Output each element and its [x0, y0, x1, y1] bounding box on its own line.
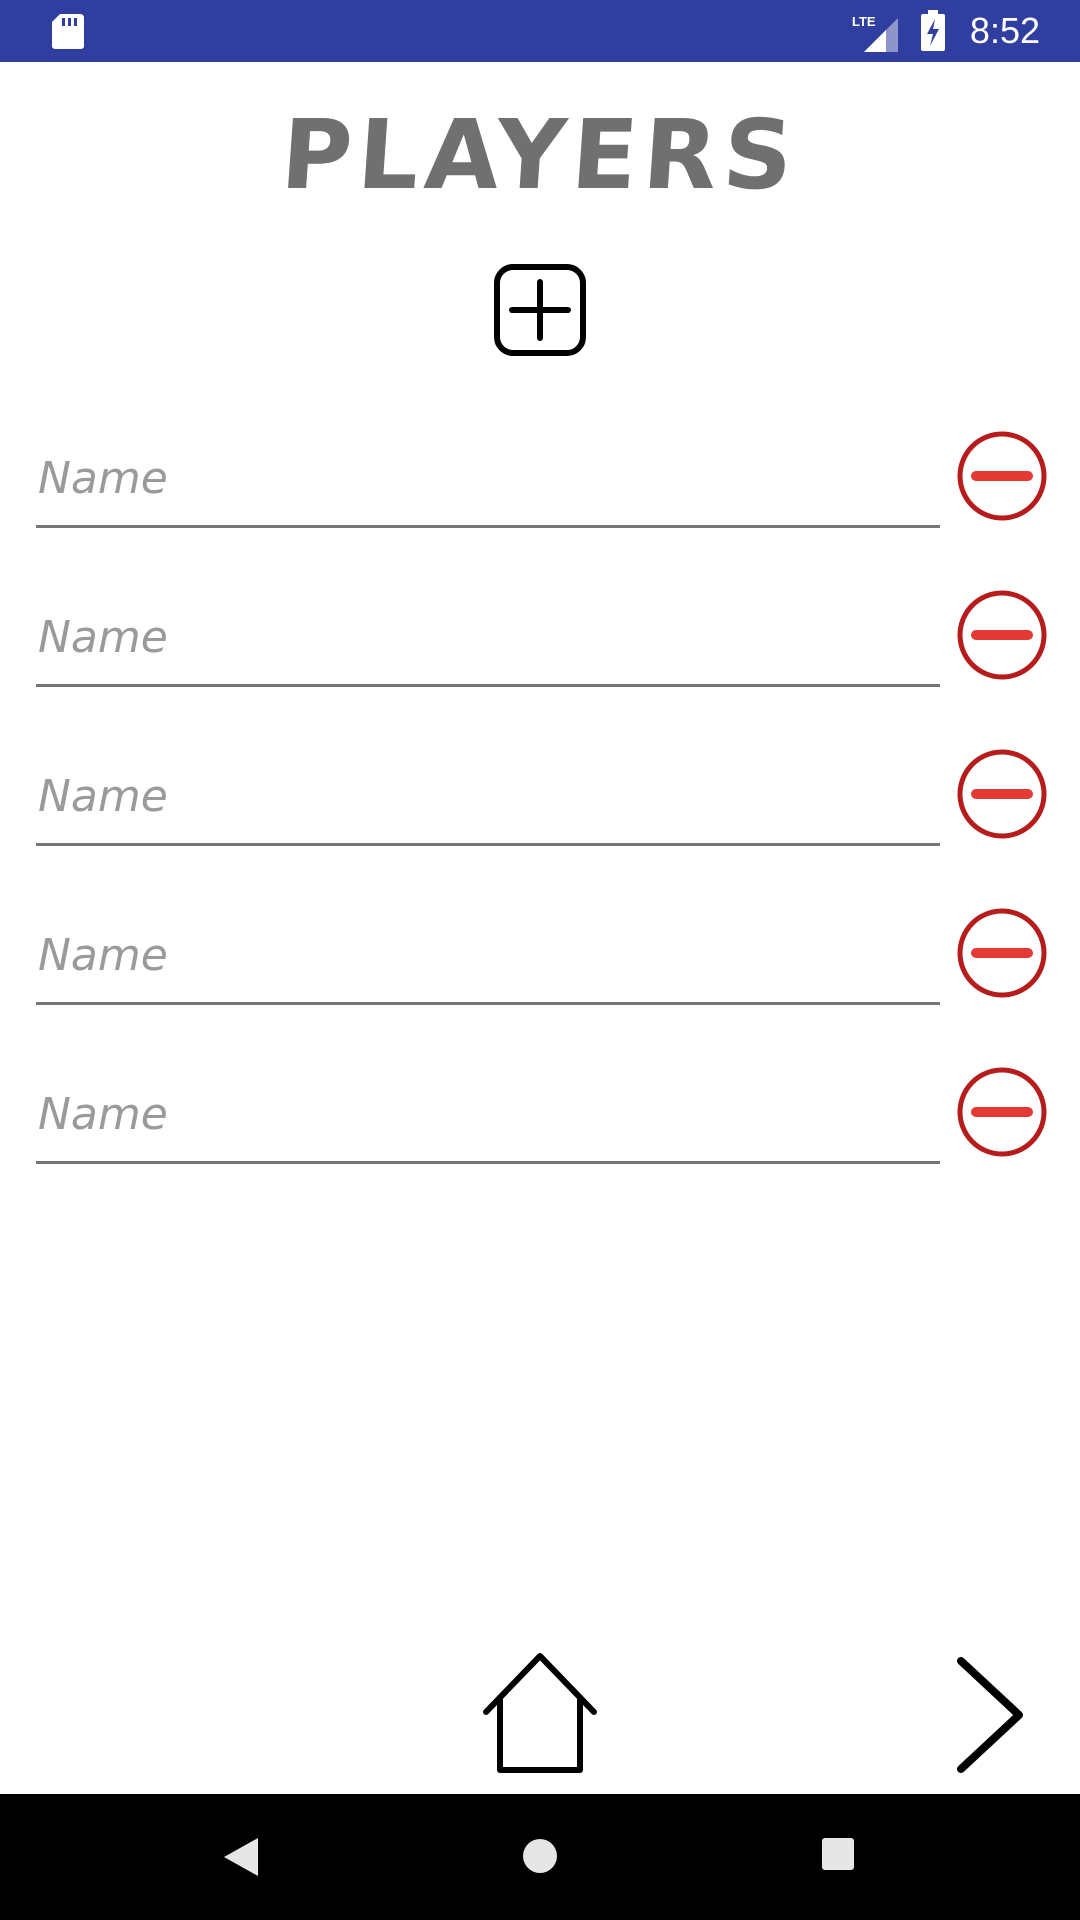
player-name-input[interactable] [36, 1068, 940, 1164]
battery-charging-icon [921, 10, 945, 51]
player-name-input[interactable] [36, 432, 940, 528]
next-button[interactable] [955, 1655, 1025, 1775]
system-nav-bar [0, 1794, 1080, 1920]
remove-player-button[interactable] [956, 589, 1048, 681]
player-row [0, 1056, 1080, 1215]
chevron-right-icon [957, 1657, 1023, 1773]
player-name-input[interactable] [36, 591, 940, 687]
remove-player-button[interactable] [956, 748, 1048, 840]
lte-signal-icon: LTE [852, 14, 898, 52]
players-screen: LTE 8:52 PLAYERS [0, 0, 1080, 1920]
remove-player-button[interactable] [956, 430, 1048, 522]
home-circle-icon[interactable] [521, 1837, 559, 1875]
player-row [0, 897, 1080, 1056]
player-row [0, 420, 1080, 579]
lte-label: LTE [852, 14, 876, 29]
remove-player-button[interactable] [956, 907, 1048, 999]
home-outline-icon [483, 1653, 597, 1773]
status-time: 8:52 [969, 10, 1040, 51]
player-row [0, 579, 1080, 738]
add-player-button[interactable] [494, 264, 586, 356]
home-button[interactable] [482, 1652, 598, 1774]
back-triangle-icon[interactable] [222, 1836, 260, 1878]
remove-player-button[interactable] [956, 1066, 1048, 1158]
page-title: PLAYERS [277, 99, 803, 211]
status-bar: LTE 8:52 [0, 0, 1080, 62]
player-name-input[interactable] [36, 750, 940, 846]
recents-square-icon[interactable] [821, 1837, 855, 1871]
player-name-input[interactable] [36, 909, 940, 1005]
player-row [0, 738, 1080, 897]
players-list [0, 420, 1080, 1215]
sd-card-icon [52, 14, 84, 49]
